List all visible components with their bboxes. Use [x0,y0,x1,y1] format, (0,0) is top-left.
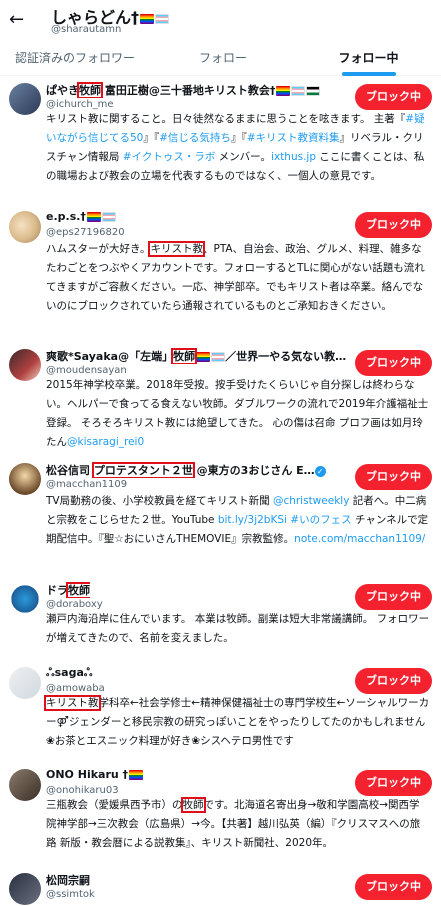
user-handle: @macchan1109 [46,479,128,490]
user-name-text: @東方の3おじさん E… [192,464,315,477]
blocked-button[interactable]: ブロック中 [355,874,432,900]
user-handle: @amowaba [46,683,105,694]
rainbow-flag-icon [86,212,101,222]
bio-link[interactable]: @kisaragi_rei0 [67,436,144,448]
user-handle: @moudensayan [46,365,127,376]
user-handle: @onohikaru03 [46,785,119,796]
user-bio: 2015年神学校卒業。2018年受按。按手受けたくらいじゃ自分探しは終わらない。… [46,376,430,452]
user-bio: キリスト教に関すること。日々徒然なるままに思うことを呟きます。 主著『#疑いなが… [46,110,430,186]
rainbow-flag-icon [276,86,291,96]
tab-verified-followers[interactable]: 認証済みのフォロワー [0,46,150,76]
user-handle: @ssimtok [46,889,95,900]
avatar[interactable] [9,83,41,115]
highlight-box: 牧師 [180,797,206,813]
rainbow-flag-icon [196,352,211,362]
bio-text: 学科卒←社会学修士←精神保健福祉士の専門学校生←ソーシャルワーカー⚤ジェンダーと… [46,697,430,747]
user-name-text: 松岡宗嗣 [46,874,90,887]
blocked-button[interactable]: ブロック中 [355,770,432,796]
verified-badge-icon: ✓ [314,465,326,477]
bio-link[interactable]: ixthus.jp [271,151,316,163]
user-handle: @eps27196820 [46,227,125,238]
bio-link[interactable]: note.com/macchan1109/ [294,533,425,545]
user-display-name[interactable]: 松岡宗嗣 [46,872,90,888]
highlight-box: 牧師 [77,82,103,98]
avatar[interactable] [9,211,41,243]
blocked-button[interactable]: ブロック中 [355,84,432,110]
user-bio: ハムスターが大好き。キリスト教、PTA、自治会、政治、グルメ、料理、雑多なたわご… [46,240,430,316]
avatar[interactable] [9,349,41,381]
tab-followers[interactable]: フォロー [150,46,296,76]
user-handle: @ichurch_me [46,99,114,110]
bio-text: キリスト教に関すること。日々徒然なるままに思うことを呟きます。 主著『 [46,113,406,125]
bio-text: ハムスターが大好き。 [46,243,151,255]
avatar[interactable] [9,667,41,699]
bio-link[interactable]: #いのフェス [290,514,351,526]
user-name-text: ／世界一やる気ない教… [225,350,347,363]
user-bio: TV局勤務の後、小学校教員を経てキリスト新聞 @christweekly 記者へ… [46,492,430,549]
blocked-button[interactable]: ブロック中 [355,212,432,238]
user-display-name[interactable]: ONO Hikaru † [46,768,144,781]
bio-text: 』『 [230,132,247,144]
bio-text: メンバー。 [215,151,272,163]
tab-label: 認証済みのフォロワー [14,51,135,65]
bio-text: 三瓶教会（愛媛県西予市）の [46,799,183,811]
bio-text: TV局勤務の後、小学校教員を経てキリスト新聞 [46,495,273,507]
profile-handle: @sharautamn [51,24,122,35]
user-name-text: ONO Hikaru † [46,768,129,781]
user-handle: @doraboxy [46,599,103,610]
user-name-text: 爽歌*Sayaka@「左端」 [46,350,174,363]
rainbow-flag-icon [129,770,144,780]
trans-flag-icon [101,212,116,222]
bio-link[interactable]: bit.ly/3j2bKSi [218,514,287,526]
trans-flag-icon [211,352,226,362]
tab-following[interactable]: フォロー中 [296,46,441,76]
user-display-name[interactable]: ぱやき牧師 富田正樹@三十番地キリスト教会† [46,82,321,98]
avatar[interactable] [9,583,41,615]
blocked-button[interactable]: ブロック中 [355,350,432,376]
user-name-text: 松谷信司 [46,464,94,477]
blocked-button[interactable]: ブロック中 [355,584,432,610]
user-display-name[interactable]: ஃsagaஃ [46,666,93,681]
user-name-text: ぱやき [46,84,79,97]
rainbow-flag-icon [140,13,155,24]
highlight-box: キリスト教 [44,695,101,711]
highlight-box: キリスト教 [148,241,205,257]
user-display-name[interactable]: 松谷信司 プロテスタント２世 @東方の3おじさん E… ✓ [46,462,326,478]
highlight-box: 牧師 [171,348,198,364]
user-bio: 三瓶教会（愛媛県西予市）の牧師です。北海道名寄出身→敬和学園高校→関西学院神学部… [46,796,430,853]
user-bio: キリスト教学科卒←社会学修士←精神保健福祉士の専門学校生←ソーシャルワーカー⚤ジ… [44,694,430,751]
bio-link[interactable]: #キリスト教資料集 [247,132,340,144]
bio-text: 』『 [143,132,160,144]
avatar[interactable] [9,463,41,495]
palestine-flag-icon [306,86,321,96]
user-name-text: ஃsagaஃ [46,666,93,679]
blocked-button[interactable]: ブロック中 [355,668,432,694]
user-display-name[interactable]: e.p.s.† [46,210,116,223]
tab-label: フォロー [198,51,247,65]
trans-flag-icon [291,86,306,96]
active-tab-underline [341,72,396,76]
highlight-box: 牧師 [66,582,90,598]
user-display-name[interactable]: 爽歌*Sayaka@「左端」牧師 ／世界一やる気ない教… [46,348,346,364]
bio-link[interactable]: #イクトゥス・ラボ [123,151,216,163]
blocked-button[interactable]: ブロック中 [355,464,432,490]
bio-link[interactable]: @christweekly [273,495,349,507]
follow-tabs: 認証済みのフォロワー フォロー フォロー中 [0,46,441,76]
tab-label: フォロー中 [338,51,399,65]
user-display-name[interactable]: ドラ牧師 [46,582,90,598]
user-name-text: e.p.s.† [46,210,86,223]
highlight-box: プロテスタント２世 [91,462,195,478]
avatar[interactable] [9,769,41,801]
avatar[interactable] [9,873,41,905]
user-name-text: 富田正樹@三十番地キリスト教会† [101,84,276,97]
user-name-text: ドラ [46,584,68,597]
user-bio: 瀬戸内海沿岸に住んでいます。 本業は牧師。副業は短大非常議講師。 フォロワーが増… [46,610,430,648]
profile-header: ← しゃらどん† @sharautamn [0,0,441,46]
bio-link[interactable]: #信じる気持ち [159,132,231,144]
back-arrow-icon[interactable]: ← [9,10,29,30]
bio-text: 瀬戸内海沿岸に住んでいます。 本業は牧師。副業は短大非常議講師。 フォロワーが増… [46,613,430,644]
trans-flag-icon [155,13,170,24]
